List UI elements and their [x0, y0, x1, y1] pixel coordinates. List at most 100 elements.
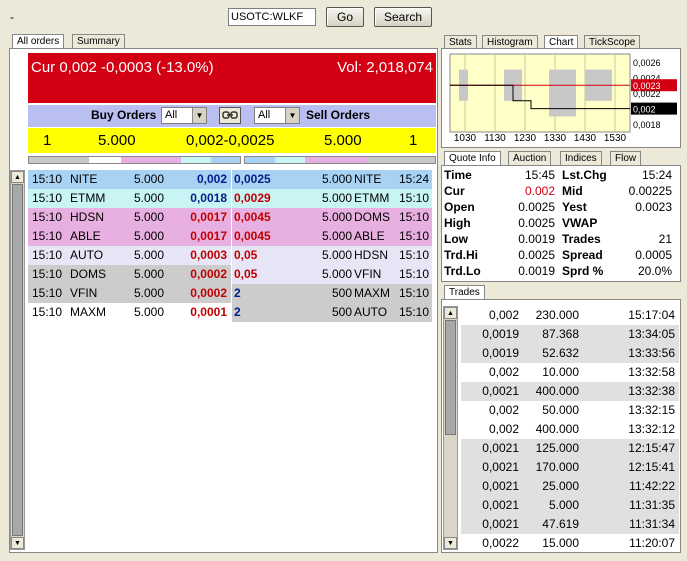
- x-tick-label: 1330: [544, 133, 567, 144]
- tab-flow[interactable]: Flow: [610, 151, 642, 165]
- trade-row[interactable]: 0,0021 125.000 12:15:47: [461, 439, 679, 458]
- order-time: 15:10: [32, 191, 63, 205]
- order-size: 5.000: [134, 267, 165, 281]
- quote-value: 0.002: [524, 184, 555, 198]
- sell-order-row[interactable]: 0,05 5.000 HDSN 15:10: [232, 246, 432, 265]
- order-time: 15:10: [32, 172, 63, 186]
- trade-row[interactable]: 0,002 50.000 13:32:15: [461, 401, 679, 420]
- tab-tickscope[interactable]: TickScope: [584, 35, 641, 49]
- order-size: 5.000: [134, 305, 165, 319]
- tab-all-orders[interactable]: All orders: [12, 34, 65, 48]
- trade-row[interactable]: 0,0019 87.368 13:34:05: [461, 325, 679, 344]
- tab-summary[interactable]: Summary: [72, 34, 125, 48]
- trade-size: 10.000: [542, 365, 579, 379]
- trade-size: 50.000: [542, 403, 579, 417]
- trade-row[interactable]: 0,0022 15.000 11:20:07: [461, 534, 679, 552]
- buy-order-row[interactable]: 15:10 ABLE 5.000 0,0017: [28, 227, 231, 246]
- trade-row[interactable]: 0,0021 5.000 11:31:35: [461, 496, 679, 515]
- order-book-scrollbar[interactable]: ▲ ▼: [10, 170, 25, 550]
- trade-size: 170.000: [535, 460, 579, 474]
- quote-info-panel: Time 15:45 Lst.Chg 15:24 Cur 0.002 Mid 0…: [441, 165, 681, 282]
- scroll-down-arrow-icon[interactable]: ▼: [444, 537, 457, 549]
- buy-filter-select[interactable]: All ▼: [161, 107, 207, 124]
- quote-value: 0.0005: [635, 248, 672, 262]
- order-mm: ETMM: [354, 191, 390, 205]
- order-time: 15:10: [398, 286, 429, 300]
- quote-label: Sprd %: [562, 264, 604, 278]
- order-time: 15:10: [398, 229, 429, 243]
- buy-order-row[interactable]: 15:10 HDSN 5.000 0,0017: [28, 208, 231, 227]
- sell-order-row[interactable]: 0,0025 5.000 NITE 15:24: [232, 170, 432, 189]
- trades-scrollbar[interactable]: ▲ ▼: [443, 306, 458, 550]
- ask-count: 1: [409, 132, 418, 149]
- order-mm: DOMS: [70, 267, 106, 281]
- buy-order-row[interactable]: 15:10 VFIN 5.000 0,0002: [28, 284, 231, 303]
- tab-histogram[interactable]: Histogram: [482, 35, 538, 49]
- order-mm: AUTO: [354, 305, 388, 319]
- buy-order-row[interactable]: 15:10 NITE 5.000 0,002: [28, 170, 231, 189]
- sell-order-row[interactable]: 0,0045 5.000 DOMS 15:10: [232, 208, 432, 227]
- trade-price: 0,0021: [482, 384, 519, 398]
- trade-size: 400.000: [535, 422, 579, 436]
- tab-trades[interactable]: Trades: [444, 285, 485, 299]
- trade-row[interactable]: 0,0021 400.000 13:32:38: [461, 382, 679, 401]
- trade-time: 13:32:15: [628, 403, 675, 417]
- link-icon[interactable]: [219, 107, 241, 124]
- sell-order-row[interactable]: 0,0029 5.000 ETMM 15:10: [232, 189, 432, 208]
- trade-row[interactable]: 0,0021 25.000 11:42:22: [461, 477, 679, 496]
- status-dash: -: [10, 10, 14, 24]
- trade-price: 0,0021: [482, 479, 519, 493]
- trade-row[interactable]: 0,002 10.000 13:32:58: [461, 363, 679, 382]
- quote-row: Trd.Lo 0.0019 Sprd % 20.0%: [442, 263, 680, 279]
- trade-row[interactable]: 0,0021 170.000 12:15:41: [461, 458, 679, 477]
- quote-row: Trd.Hi 0.0025 Spread 0.0005: [442, 247, 680, 263]
- go-button[interactable]: Go: [326, 7, 364, 27]
- buy-order-row[interactable]: 15:10 ETMM 5.000 0,0018: [28, 189, 231, 208]
- order-time: 15:10: [398, 248, 429, 262]
- buy-order-row[interactable]: 15:10 MAXM 5.000 0,0001: [28, 303, 231, 322]
- scroll-up-arrow-icon[interactable]: ▲: [11, 171, 24, 183]
- buy-filter-value: All: [165, 109, 178, 121]
- quote-row: Open 0.0025 Yest 0.0023: [442, 199, 680, 215]
- scroll-thumb[interactable]: [445, 320, 456, 435]
- quote-header: Cur 0,002 -0,0003 (-13.0%) Vol: 2,018,07…: [28, 53, 436, 103]
- quote-value: 15:24: [641, 168, 672, 182]
- trade-time: 13:32:58: [628, 365, 675, 379]
- tab-stats[interactable]: Stats: [444, 35, 477, 49]
- sell-order-row[interactable]: 0,05 5.000 VFIN 15:10: [232, 265, 432, 284]
- tab-chart[interactable]: Chart: [544, 35, 579, 49]
- order-size: 5.000: [321, 172, 352, 186]
- top-toolbar: - Go Search: [0, 0, 687, 32]
- order-size: 5.000: [134, 229, 165, 243]
- symbol-input[interactable]: [228, 8, 316, 26]
- y-tick-label: 0,0026: [633, 58, 661, 68]
- tab-auction[interactable]: Auction: [508, 151, 552, 165]
- order-price: 0,0045: [234, 229, 271, 243]
- order-size: 5.000: [321, 229, 352, 243]
- sell-order-row[interactable]: 2 500 MAXM 15:10: [232, 284, 432, 303]
- sell-order-row[interactable]: 0,0045 5.000 ABLE 15:10: [232, 227, 432, 246]
- sell-filter-select[interactable]: All ▼: [254, 107, 300, 124]
- order-mm: AUTO: [70, 248, 104, 262]
- trade-price: 0,0019: [482, 327, 519, 341]
- search-button[interactable]: Search: [374, 7, 432, 27]
- quote-label: Trd.Lo: [444, 264, 481, 278]
- buy-order-row[interactable]: 15:10 AUTO 5.000 0,0003: [28, 246, 231, 265]
- trade-row[interactable]: 0,0021 47.619 11:31:34: [461, 515, 679, 534]
- scroll-up-arrow-icon[interactable]: ▲: [444, 307, 457, 319]
- buy-order-row[interactable]: 15:10 DOMS 5.000 0,0002: [28, 265, 231, 284]
- trade-row[interactable]: 0,002 400.000 13:32:12: [461, 420, 679, 439]
- trade-price: 0,002: [488, 422, 519, 436]
- trade-row[interactable]: 0,0019 52.632 13:33:56: [461, 344, 679, 363]
- sell-orders-label: Sell Orders: [306, 108, 371, 122]
- scroll-down-arrow-icon[interactable]: ▼: [11, 537, 24, 549]
- trade-row[interactable]: 0,002 230.000 15:17:04: [461, 306, 679, 325]
- sell-order-row[interactable]: 2 500 AUTO 15:10: [232, 303, 432, 322]
- order-price: 0,0018: [190, 191, 227, 205]
- scroll-thumb[interactable]: [12, 184, 23, 536]
- tab-indices[interactable]: Indices: [560, 151, 602, 165]
- order-size: 5.000: [134, 210, 165, 224]
- trades-panel: ▲ ▼ 0,002 230.000 15:17:04 0,0019 87.368…: [441, 299, 681, 553]
- trade-time: 11:31:34: [629, 517, 675, 531]
- tab-quote-info[interactable]: Quote Info: [444, 151, 501, 165]
